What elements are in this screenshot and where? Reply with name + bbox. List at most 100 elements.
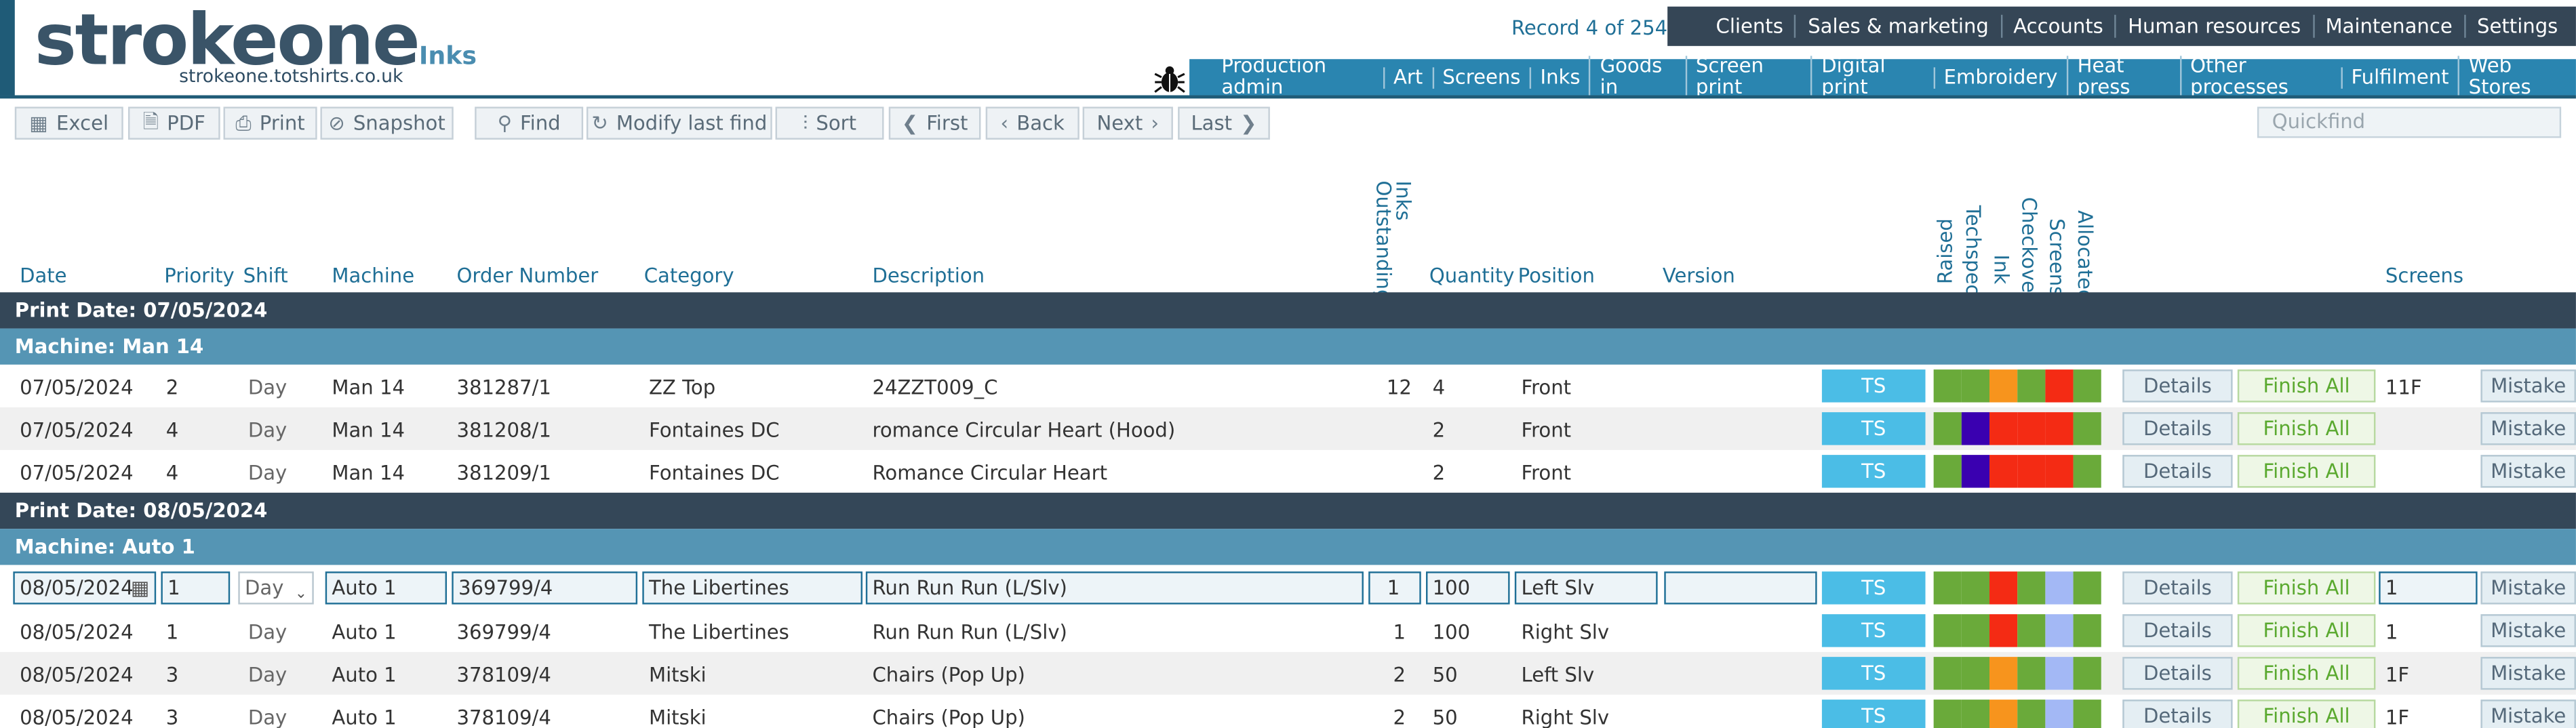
nav-screen-print[interactable]: Screen print — [1685, 55, 1810, 99]
col-checkover[interactable]: Checkover — [2017, 197, 2040, 301]
status-techspec[interactable] — [1961, 412, 1990, 445]
finish-all-button[interactable]: Finish All — [2237, 412, 2376, 445]
col-techspec[interactable]: Techspec — [1962, 205, 1985, 296]
status-raised[interactable] — [1933, 369, 1962, 403]
ts-button[interactable]: TS — [1821, 412, 1926, 445]
status-techspec[interactable] — [1961, 700, 1990, 728]
col-priority[interactable]: Priority — [164, 264, 234, 287]
pdf-button[interactable]: 🗎 PDF — [127, 106, 220, 140]
status-raised[interactable] — [1933, 412, 1962, 445]
status-allocated[interactable] — [2073, 614, 2101, 647]
details-button[interactable]: Details — [2122, 700, 2233, 728]
col-allocated[interactable]: Allocated — [2074, 210, 2097, 302]
nav-embroidery[interactable]: Embroidery — [1933, 66, 2067, 88]
nav-other-processes[interactable]: Other processes — [2179, 55, 2340, 99]
status-allocated[interactable] — [2073, 369, 2101, 403]
order-field[interactable]: 369799/4 — [452, 571, 638, 605]
finish-all-button[interactable]: Finish All — [2237, 657, 2376, 690]
status-allocated[interactable] — [2073, 657, 2101, 690]
back-button[interactable]: ‹ Back — [985, 106, 1079, 140]
nav-clients[interactable]: Clients — [1705, 15, 1795, 38]
table-row[interactable]: 08/05/2024 3 Day Auto 1 378109/4 Mitski … — [0, 651, 2576, 695]
status-ink[interactable] — [1989, 700, 2018, 728]
inks-field[interactable]: 1 — [1368, 571, 1421, 605]
col-description[interactable]: Description — [873, 264, 985, 287]
status-checkover[interactable] — [2017, 614, 2046, 647]
details-button[interactable]: Details — [2122, 571, 2233, 605]
status-screens[interactable] — [2045, 571, 2074, 605]
machine-field[interactable]: Auto 1 — [325, 571, 448, 605]
status-raised[interactable] — [1933, 455, 1962, 488]
table-row-editing[interactable]: 08/05/2024 ▦ 1 Day ⌄ Auto 1 369799/4 The… — [0, 567, 2576, 609]
status-allocated[interactable] — [2073, 412, 2101, 445]
cell-order[interactable]: 378109/4 — [457, 664, 551, 687]
find-button[interactable]: ⚲ Find — [475, 106, 584, 140]
status-raised[interactable] — [1933, 614, 1962, 647]
col-inks-outstanding[interactable]: Inks Outstanding — [1372, 181, 1414, 302]
position-field[interactable]: Left Slv — [1514, 571, 1658, 605]
col-position[interactable]: Position — [1518, 264, 1595, 287]
cell-order[interactable]: 378109/4 — [457, 706, 551, 728]
next-button[interactable]: Next › — [1082, 106, 1173, 140]
status-techspec[interactable] — [1961, 571, 1990, 605]
nav-art[interactable]: Art — [1383, 66, 1431, 88]
status-allocated[interactable] — [2073, 455, 2101, 488]
category-field[interactable]: The Libertines — [642, 571, 863, 605]
status-checkover[interactable] — [2017, 369, 2046, 403]
table-row[interactable]: 08/05/2024 3 Day Auto 1 378109/4 Mitski … — [0, 695, 2576, 728]
nav-goods-in[interactable]: Goods in — [1589, 55, 1685, 99]
col-shift[interactable]: Shift — [243, 264, 288, 287]
status-screens[interactable] — [2045, 412, 2074, 445]
status-screens[interactable] — [2045, 369, 2074, 403]
excel-button[interactable]: ▦ Excel — [14, 106, 123, 140]
nav-digital-print[interactable]: Digital print — [1810, 55, 1933, 99]
print-button[interactable]: ⎙ Print — [223, 106, 317, 140]
col-order-number[interactable]: Order Number — [457, 264, 599, 287]
status-techspec[interactable] — [1961, 614, 1990, 647]
nav-inks[interactable]: Inks — [1529, 66, 1589, 88]
status-ink[interactable] — [1989, 412, 2018, 445]
bug-icon[interactable] — [1151, 59, 1188, 96]
table-row[interactable]: 08/05/2024 1 Day Auto 1 369799/4 The Lib… — [0, 609, 2576, 652]
finish-all-button[interactable]: Finish All — [2237, 700, 2376, 728]
status-ink[interactable] — [1989, 455, 2018, 488]
finish-all-button[interactable]: Finish All — [2237, 614, 2376, 647]
status-ink[interactable] — [1989, 369, 2018, 403]
snapshot-button[interactable]: ⊘ Snapshot — [320, 106, 454, 140]
ts-button[interactable]: TS — [1821, 614, 1926, 647]
mistake-button[interactable]: Mistake — [2480, 614, 2576, 647]
status-checkover[interactable] — [2017, 700, 2046, 728]
finish-all-button[interactable]: Finish All — [2237, 571, 2376, 605]
shift-select[interactable]: Day ⌄ — [238, 571, 314, 605]
cell-order[interactable]: 381209/1 — [457, 462, 551, 485]
nav-screens[interactable]: Screens — [1431, 66, 1530, 88]
col-raised[interactable]: Raised — [1934, 218, 1957, 284]
screens-field[interactable]: 1 — [2379, 571, 2478, 605]
status-screens[interactable] — [2045, 657, 2074, 690]
ts-button[interactable]: TS — [1821, 657, 1926, 690]
finish-all-button[interactable]: Finish All — [2237, 455, 2376, 488]
table-row[interactable]: 07/05/2024 4 Day Man 14 381208/1 Fontain… — [0, 407, 2576, 450]
nav-web-stores[interactable]: Web Stores — [2457, 55, 2576, 99]
details-button[interactable]: Details — [2122, 369, 2233, 403]
ts-button[interactable]: TS — [1821, 700, 1926, 728]
modify-last-find-button[interactable]: ↻ Modify last find — [586, 106, 772, 140]
nav-settings[interactable]: Settings — [2463, 14, 2570, 38]
nav-production-admin[interactable]: Production admin — [1212, 55, 1383, 98]
col-screens[interactable]: Screens — [2385, 264, 2463, 287]
status-techspec[interactable] — [1961, 455, 1990, 488]
col-version[interactable]: Version — [1663, 264, 1735, 287]
nav-fulfilment[interactable]: Fulfilment — [2340, 66, 2458, 88]
details-button[interactable]: Details — [2122, 614, 2233, 647]
status-allocated[interactable] — [2073, 700, 2101, 728]
col-screens-status[interactable]: Screens — [2045, 218, 2068, 296]
last-button[interactable]: Last ❯ — [1178, 106, 1270, 140]
ts-button[interactable]: TS — [1821, 369, 1926, 403]
col-ink[interactable]: Ink — [1989, 255, 2013, 285]
first-button[interactable]: ❮ First — [888, 106, 981, 140]
calendar-icon[interactable]: ▦ — [131, 573, 149, 603]
status-checkover[interactable] — [2017, 455, 2046, 488]
mistake-button[interactable]: Mistake — [2480, 369, 2576, 403]
cell-order[interactable]: 381287/1 — [457, 376, 551, 399]
details-button[interactable]: Details — [2122, 412, 2233, 445]
